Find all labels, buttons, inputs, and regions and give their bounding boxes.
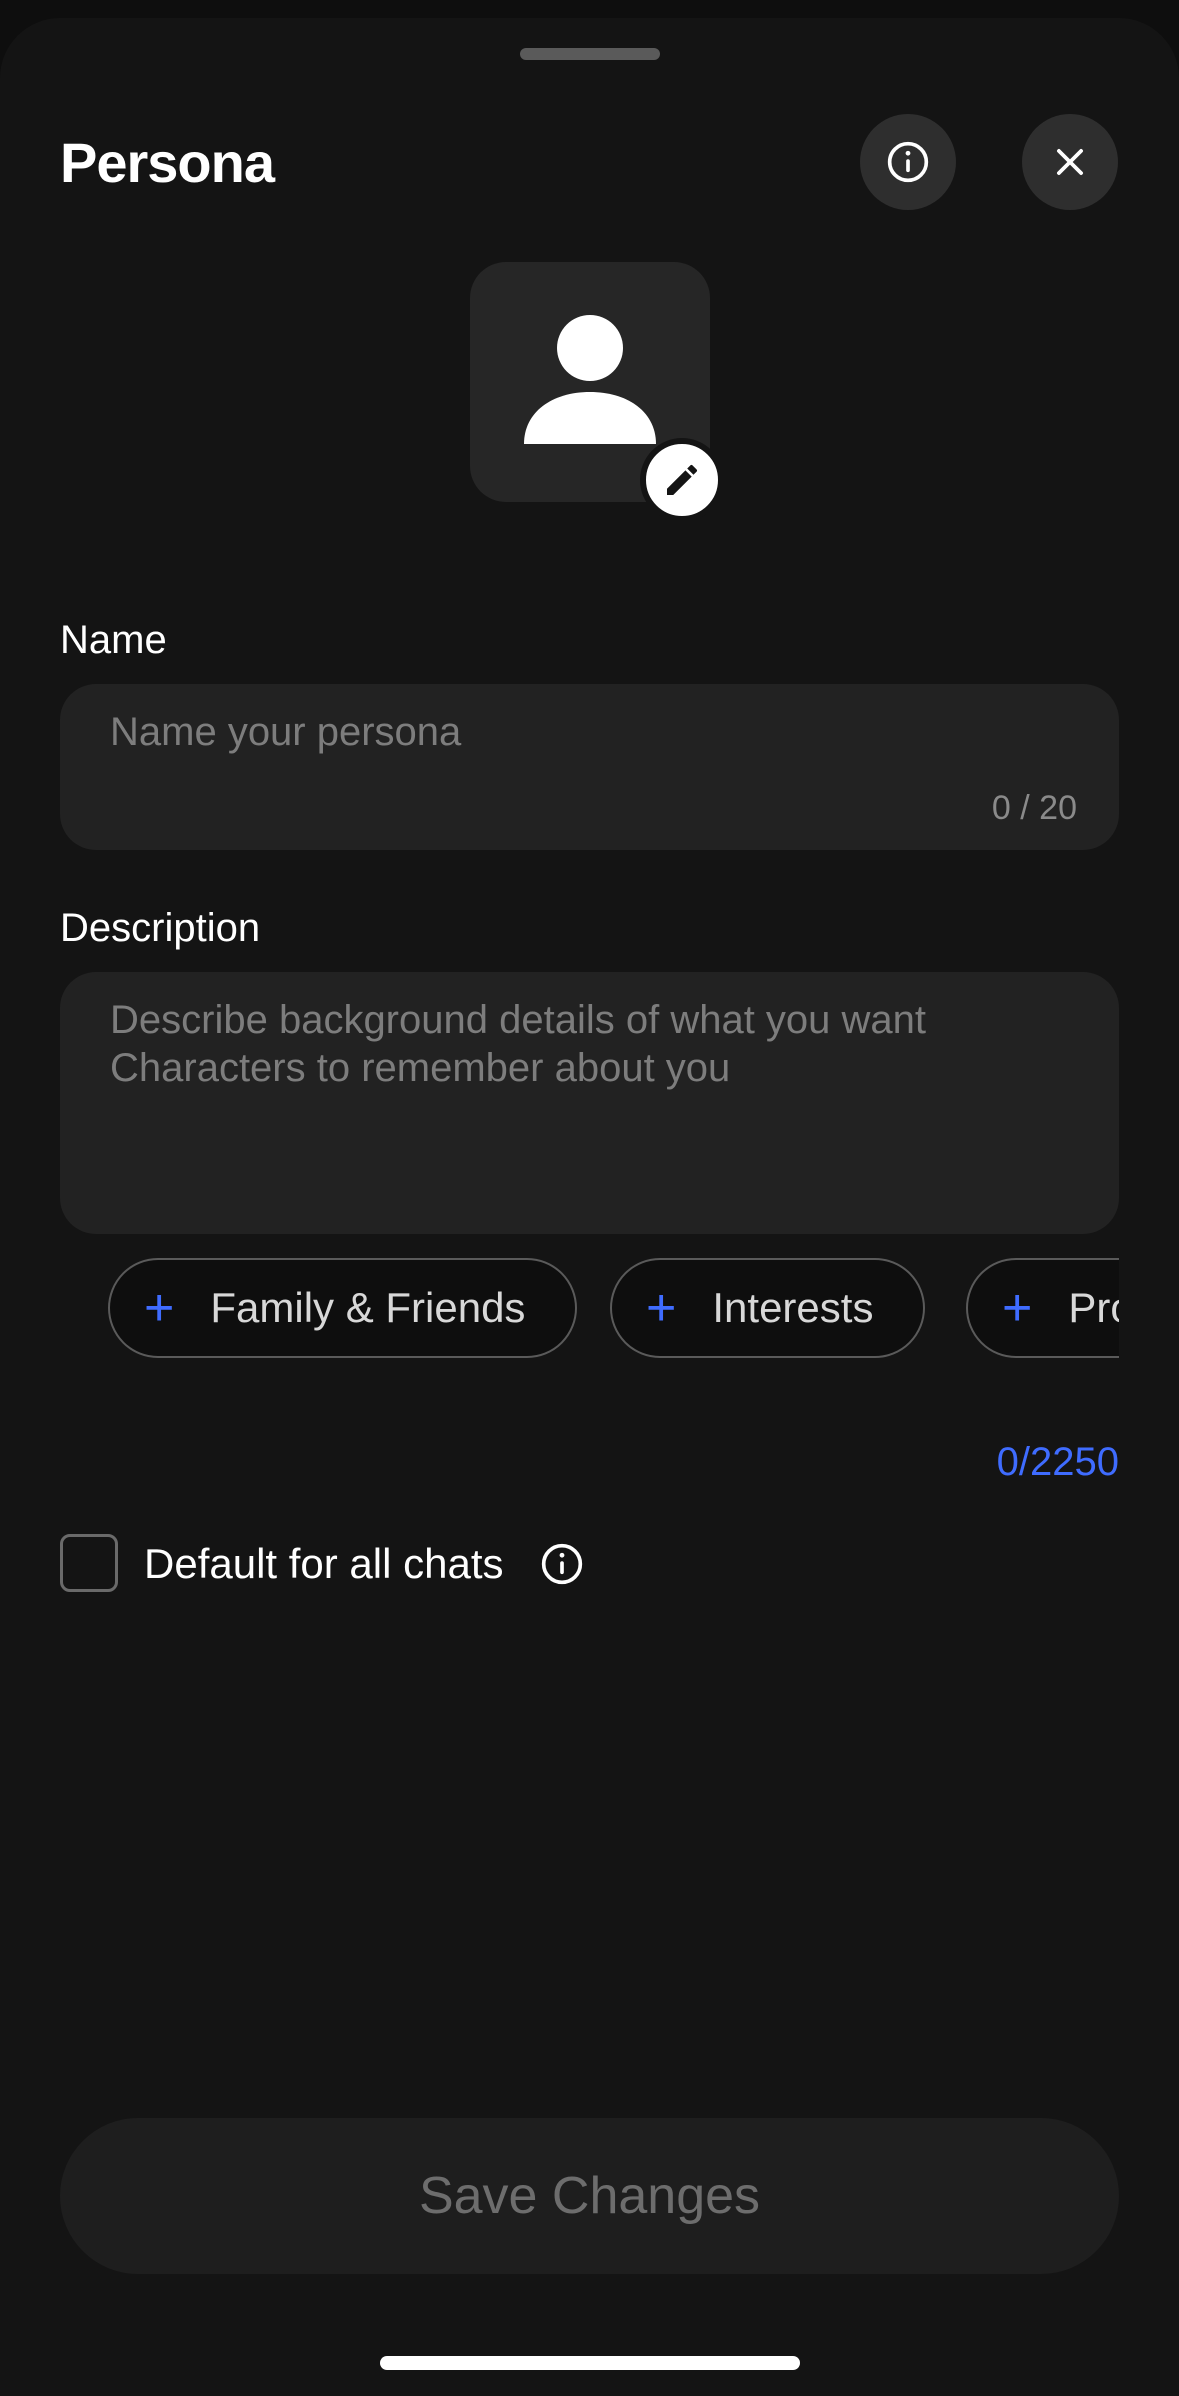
chip-label: Family & Friends bbox=[210, 1284, 526, 1331]
name-label: Name bbox=[60, 618, 167, 662]
person-icon bbox=[524, 315, 656, 444]
chip-interests[interactable]: + Interests bbox=[610, 1258, 926, 1358]
description-field-container bbox=[60, 972, 1119, 1234]
info-button[interactable] bbox=[860, 114, 956, 210]
chip-label: Pro bbox=[1068, 1284, 1119, 1331]
chip-family-friends[interactable]: + Family & Friends bbox=[108, 1258, 578, 1358]
plus-icon: + bbox=[646, 1279, 677, 1337]
chip-pro[interactable]: + Pro bbox=[966, 1258, 1119, 1358]
edit-avatar-button[interactable] bbox=[640, 438, 724, 522]
description-label: Description bbox=[60, 906, 261, 950]
name-counter: 0 / 20 bbox=[991, 789, 1077, 827]
sheet-grabber[interactable] bbox=[520, 48, 660, 60]
info-icon bbox=[887, 141, 929, 183]
default-checkbox[interactable] bbox=[60, 1534, 118, 1592]
save-button[interactable]: Save Changes bbox=[60, 2118, 1119, 2274]
page-title: Persona bbox=[60, 131, 275, 194]
plus-icon: + bbox=[1002, 1279, 1033, 1337]
close-button[interactable] bbox=[1022, 114, 1118, 210]
persona-sheet: Persona Name 0 / 20 Description + bbox=[0, 18, 1179, 2396]
description-input[interactable] bbox=[110, 996, 1070, 1196]
chip-row[interactable]: + Family & Friends + Interests + Pro bbox=[108, 1258, 1119, 1362]
pencil-icon bbox=[667, 464, 698, 495]
plus-icon: + bbox=[144, 1279, 175, 1337]
info-icon[interactable] bbox=[540, 1542, 584, 1586]
chip-label: Interests bbox=[712, 1284, 874, 1331]
description-counter: 0/2250 bbox=[996, 1440, 1119, 1484]
name-field-container: 0 / 20 bbox=[60, 684, 1119, 850]
home-indicator bbox=[380, 2356, 800, 2370]
close-icon bbox=[1057, 149, 1083, 175]
name-input[interactable] bbox=[110, 708, 1070, 756]
default-checkbox-label[interactable]: Default for all chats bbox=[144, 1540, 504, 1588]
